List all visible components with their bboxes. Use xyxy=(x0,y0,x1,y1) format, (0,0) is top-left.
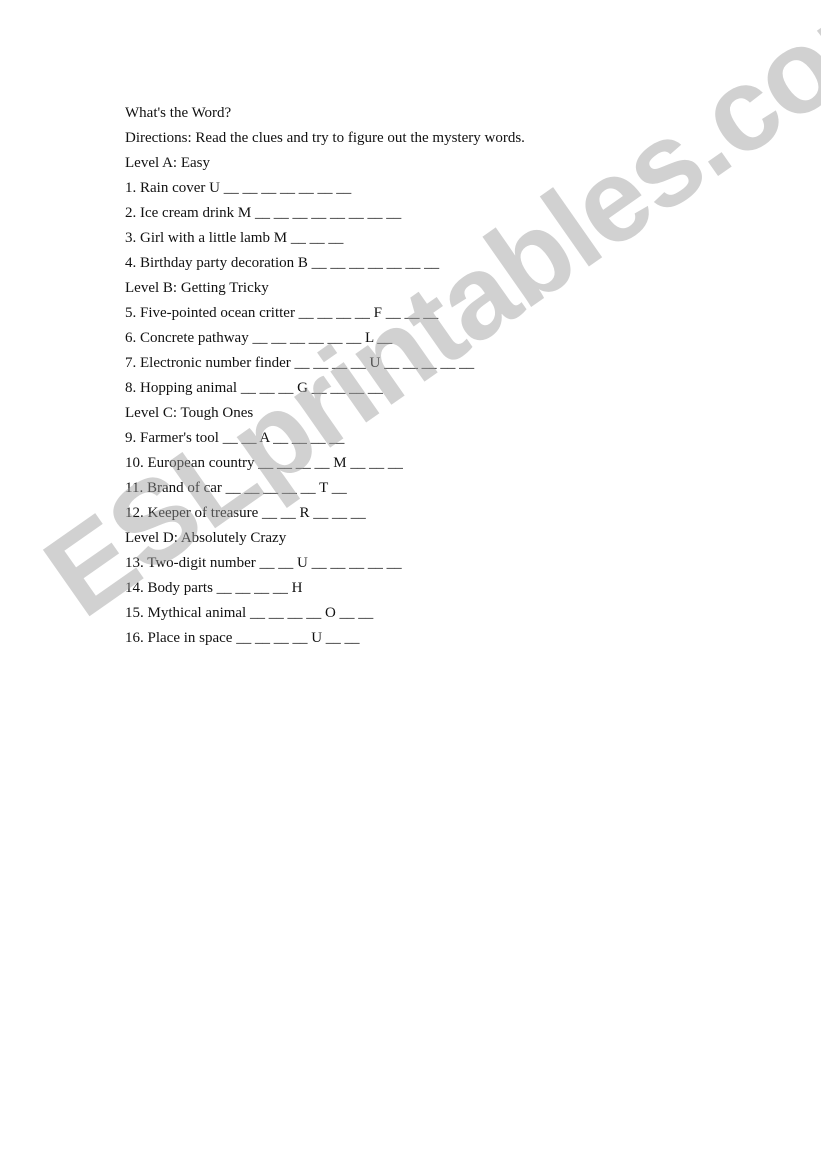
clue-line: 12. Keeper of treasure __ __ R __ __ __ xyxy=(125,505,366,521)
clue-line: 14. Body parts __ __ __ __ H xyxy=(125,580,303,596)
clue-line: 4. Birthday party decoration B __ __ __ … xyxy=(125,255,440,271)
clue-line: 9. Farmer's tool __ __ A __ __ __ __ xyxy=(125,430,345,446)
clue-line: 1. Rain cover U __ __ __ __ __ __ __ xyxy=(125,180,352,196)
worksheet-title: What's the Word? xyxy=(125,105,232,121)
level-heading: Level A: Easy xyxy=(125,155,210,171)
level-heading: Level C: Tough Ones xyxy=(125,405,254,421)
clue-line: 3. Girl with a little lamb M __ __ __ xyxy=(125,230,344,246)
clue-line: 16. Place in space __ __ __ __ U __ __ xyxy=(125,630,360,646)
level-heading: Level D: Absolutely Crazy xyxy=(125,530,287,546)
clue-line: 13. Two-digit number __ __ U __ __ __ __… xyxy=(125,555,402,571)
clue-line: 6. Concrete pathway __ __ __ __ __ __ L … xyxy=(125,330,393,346)
worksheet: What's the Word? Directions: Read the cl… xyxy=(125,101,525,651)
clue-line: 2. Ice cream drink M __ __ __ __ __ __ _… xyxy=(125,205,402,221)
clue-line: 7. Electronic number finder __ __ __ __ … xyxy=(125,355,475,371)
clue-line: 8. Hopping animal __ __ __ G __ __ __ __ xyxy=(125,380,383,396)
clue-line: 11. Brand of car __ __ __ __ __ T __ xyxy=(125,480,347,496)
clue-line: 10. European country __ __ __ __ M __ __… xyxy=(125,455,403,471)
clue-line: 5. Five-pointed ocean critter __ __ __ _… xyxy=(125,305,439,321)
directions: Directions: Read the clues and try to fi… xyxy=(125,130,525,146)
clue-line: 15. Mythical animal __ __ __ __ O __ __ xyxy=(125,605,374,621)
level-heading: Level B: Getting Tricky xyxy=(125,280,269,296)
